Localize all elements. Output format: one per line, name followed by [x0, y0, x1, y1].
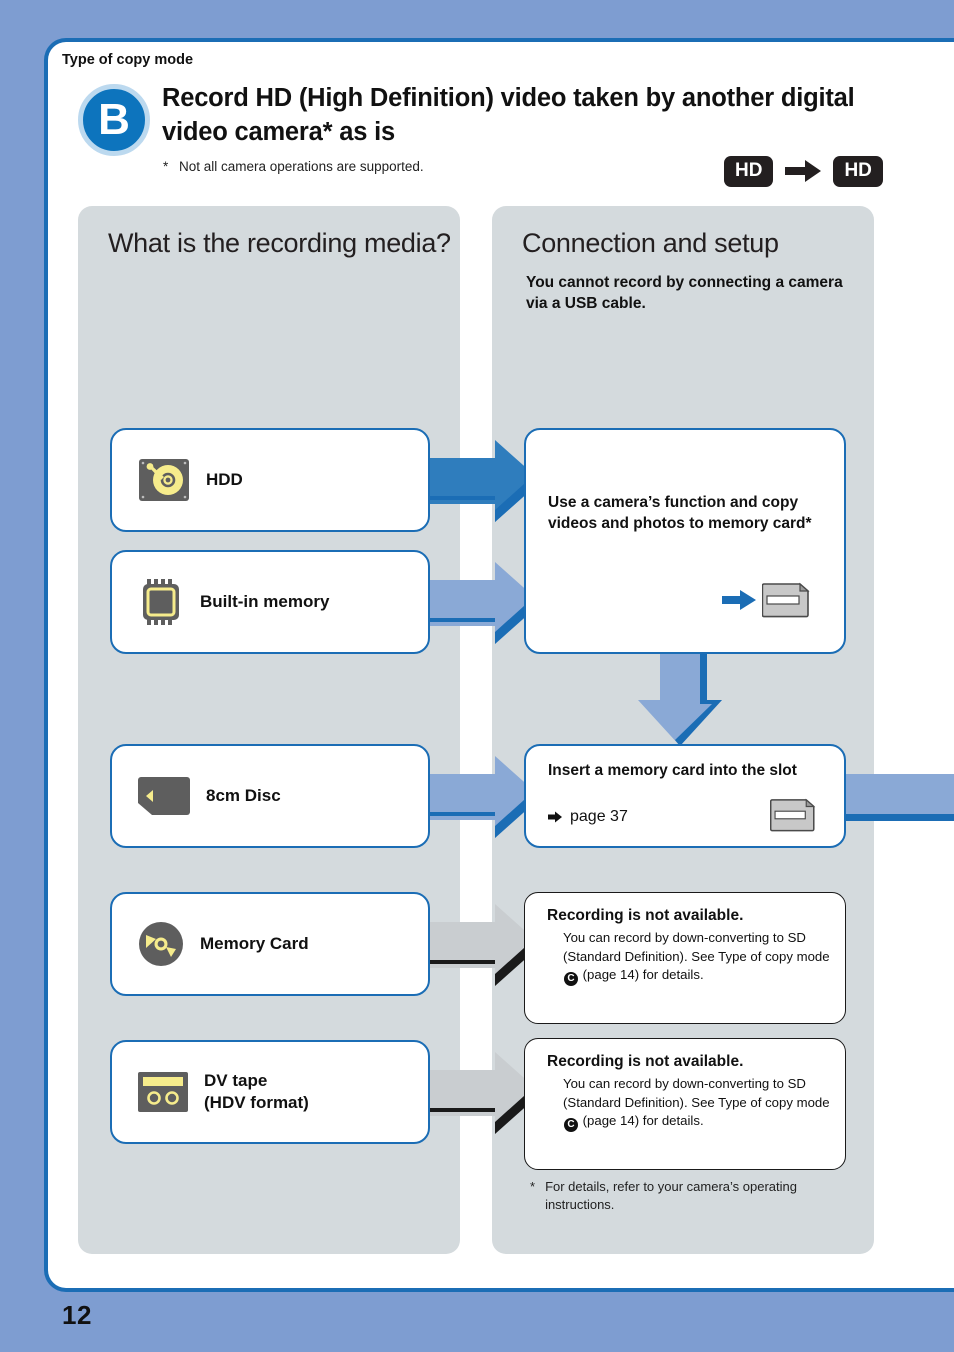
page-number: 12 [62, 1300, 92, 1330]
left-panel-title: What is the recording media? [108, 228, 451, 258]
hdd-icon [138, 458, 190, 502]
insert-card-box: Insert a memory card into the slot page … [524, 744, 846, 848]
memory-card-insert-icon [722, 582, 810, 618]
hd-badge-from: HD [724, 156, 774, 187]
notice-body-part1: You can record by down-converting to SD … [563, 1076, 830, 1110]
memory-chip-icon [138, 579, 184, 625]
mode-badge-b: B [78, 84, 150, 156]
dv-tape-icon [138, 1072, 188, 1112]
media-card-label-line1: DV tape [204, 1070, 268, 1090]
title-footnote-text: Not all camera operations are supported. [179, 159, 424, 174]
title-footnote-marker: * [163, 159, 169, 174]
panel-footnote-text: For details, refer to your camera’s oper… [545, 1179, 797, 1213]
mode-c-mark: C [564, 1118, 578, 1133]
use-camera-text: Use a camera’s function and copy videos … [548, 494, 812, 533]
media-card-label: Built-in memory [200, 591, 330, 611]
media-card-hdd[interactable]: HDD [110, 428, 430, 532]
right-panel-subtitle: You cannot record by connecting a camera… [526, 274, 843, 313]
media-card-label: HDD [206, 469, 243, 489]
notice-box: Recording is not available. You can reco… [524, 1038, 846, 1170]
insert-card-title: Insert a memory card into the slot [548, 762, 797, 779]
use-camera-box: Use a camera’s function and copy videos … [524, 428, 846, 654]
memory-card-icon [762, 582, 810, 618]
notice-title: Recording is not available. [547, 907, 744, 924]
hd-badge-to: HD [833, 156, 883, 187]
page-37-link[interactable]: page 37 [548, 808, 628, 826]
media-card-label: DV tape (HDV format) [204, 1070, 309, 1114]
disc-icon [138, 777, 190, 815]
blue-arrow-icon [722, 590, 756, 610]
media-card-label-line2: (HDV format) [204, 1093, 309, 1112]
notice-body: You can record by down-converting to SD … [563, 929, 839, 987]
notice-title: Recording is not available. [547, 1053, 744, 1070]
media-card-8cm-disc[interactable]: 8cm Disc [110, 744, 430, 848]
page-title: Record HD (High Definition) video taken … [162, 84, 855, 146]
mode-c-mark: C [564, 972, 578, 987]
panel-footnote-marker: * [530, 1179, 536, 1194]
panel-footnote: * For details, refer to your camera’s op… [530, 1178, 840, 1215]
format-badges: HD HD [724, 156, 883, 187]
page-root: Type of copy mode B Record HD (High Defi… [0, 0, 954, 1352]
media-card-memory-card[interactable]: Memory Card [110, 892, 430, 996]
right-panel-title: Connection and setup [522, 228, 779, 258]
memory-card-icon [770, 798, 816, 832]
page-37-link-label: page 37 [570, 808, 628, 825]
title-footnote: * Not all camera operations are supported… [163, 159, 424, 174]
notice-body-part2: (page 14) for details. [579, 1113, 704, 1129]
notice-box: Recording is not available. You can reco… [524, 892, 846, 1024]
memory-card-disc-icon [138, 921, 184, 967]
media-card-dv-tape[interactable]: DV tape (HDV format) [110, 1040, 430, 1144]
media-card-label: 8cm Disc [206, 785, 281, 805]
notice-body: You can record by down-converting to SD … [563, 1075, 839, 1133]
right-arrow-icon [785, 160, 822, 183]
media-card-built-in-memory[interactable]: Built-in memory [110, 550, 430, 654]
media-card-label: Memory Card [200, 933, 309, 953]
mode-badge-letter: B [98, 95, 130, 144]
notice-body-part1: You can record by down-converting to SD … [563, 930, 830, 964]
notice-body-part2: (page 14) for details. [579, 967, 704, 983]
right-arrow-small-icon [548, 811, 562, 823]
kicker-label: Type of copy mode [62, 52, 194, 68]
